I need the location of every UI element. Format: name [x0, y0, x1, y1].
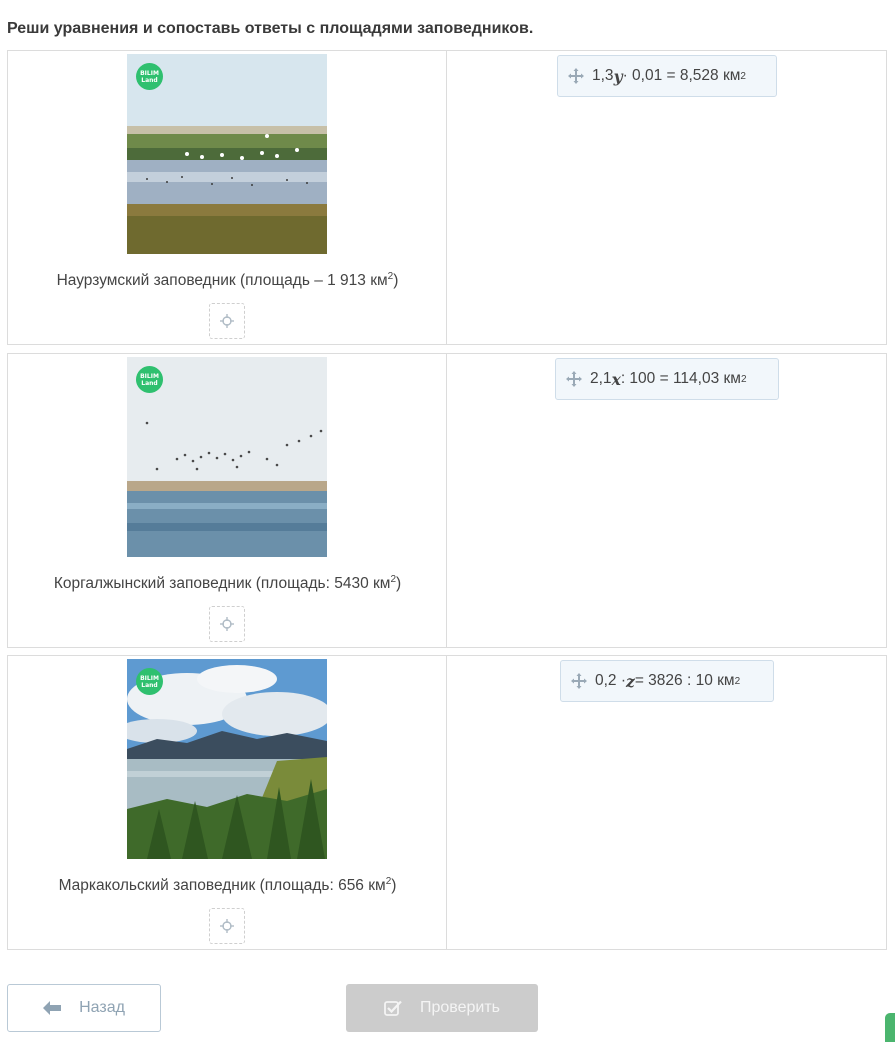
answer-drop-target-1[interactable] — [209, 303, 245, 339]
equation-sup: 2 — [734, 675, 741, 687]
equation-var: z — [626, 671, 635, 691]
side-feedback-tab[interactable] — [885, 1013, 895, 1042]
caption-end: ) — [393, 272, 399, 289]
brand-badge-line1: BILIM — [140, 70, 159, 77]
equation-var: y — [613, 66, 623, 86]
crosshair-icon — [220, 314, 234, 328]
check-button-label: Проверить — [419, 999, 500, 1016]
match-row-2: BILIM Land Коргалжынский заповедник (пло… — [7, 353, 887, 648]
reserve-caption: Наурзумский заповедник (площадь – 1 913 … — [8, 271, 447, 290]
draggable-equation-chip-2[interactable]: 2,1 x : 100 = 114,03 км 2 — [555, 358, 779, 400]
caption-text: Маркакольский заповедник (площадь: 656 к… — [58, 877, 386, 894]
answer-drop-target-2[interactable] — [209, 606, 245, 642]
equation-sup: 2 — [740, 70, 746, 82]
caption-end: ) — [396, 575, 402, 592]
reserve-cell-1: BILIM Land Наурзумский заповедник (площа… — [8, 51, 447, 344]
reserve-caption: Коргалжынский заповедник (площадь: 5430 … — [8, 574, 447, 593]
brand-badge-line2: Land — [141, 682, 158, 689]
move-arrows-icon — [571, 673, 587, 689]
equation-post: · 0,01 = 8,528 км — [622, 67, 741, 84]
caption-text: Наурзумский заповедник (площадь – 1 913 … — [56, 272, 388, 289]
equation-var: x — [611, 369, 621, 389]
crosshair-icon — [220, 919, 234, 933]
task-instruction: Реши уравнения и сопоставь ответы с площ… — [7, 20, 534, 37]
reserve-caption: Маркакольский заповедник (площадь: 656 к… — [8, 876, 447, 895]
brand-badge-line1: BILIM — [140, 373, 159, 380]
move-arrows-icon — [566, 371, 582, 387]
brand-badge-logo: BILIM Land — [136, 63, 163, 90]
reserve-photo-korgalzhyn: BILIM Land — [127, 357, 327, 557]
equation-pre: 1,3 — [592, 67, 614, 84]
back-button[interactable]: Назад — [7, 984, 161, 1032]
equation-pre: 2,1 — [590, 370, 612, 387]
equation-cell-3: 0,2 · z = 3826 : 10 км 2 — [447, 656, 886, 949]
match-row-1: BILIM Land Наурзумский заповедник (площа… — [7, 50, 887, 345]
equation-pre: 0,2 · — [595, 672, 627, 689]
brand-badge-logo: BILIM Land — [136, 366, 163, 393]
equation-sup: 2 — [740, 373, 747, 385]
checkbox-check-icon — [384, 1000, 402, 1016]
equation-cell-2: 2,1 x : 100 = 114,03 км 2 — [447, 354, 886, 647]
brand-badge-logo: BILIM Land — [136, 668, 163, 695]
reserve-cell-2: BILIM Land Коргалжынский заповедник (пло… — [8, 354, 447, 647]
brand-badge-line1: BILIM — [140, 675, 159, 682]
match-row-3: BILIM Land Маркакольский заповедник (пло… — [7, 655, 887, 950]
brand-badge-line2: Land — [141, 380, 158, 387]
equation-post: : 100 = 114,03 км — [620, 370, 741, 387]
reserve-cell-3: BILIM Land Маркакольский заповедник (пло… — [8, 656, 447, 949]
move-arrows-icon — [568, 68, 584, 84]
caption-text: Коргалжынский заповедник (площадь: 5430 … — [53, 575, 391, 592]
reserve-photo-naurzum: BILIM Land — [127, 54, 327, 254]
draggable-equation-chip-3[interactable]: 0,2 · z = 3826 : 10 км 2 — [560, 660, 774, 702]
draggable-equation-chip-1[interactable]: 1,3 y · 0,01 = 8,528 км 2 — [557, 55, 777, 97]
reserve-photo-markakol: BILIM Land — [127, 659, 327, 859]
check-button[interactable]: Проверить — [346, 984, 538, 1032]
crosshair-icon — [220, 617, 234, 631]
answer-drop-target-3[interactable] — [209, 908, 245, 944]
caption-end: ) — [391, 877, 397, 894]
equation-cell-1: 1,3 y · 0,01 = 8,528 км 2 — [447, 51, 886, 344]
back-button-label: Назад — [79, 999, 125, 1016]
arrow-left-icon — [43, 1001, 62, 1015]
equation-post: = 3826 : 10 км — [634, 672, 735, 689]
brand-badge-line2: Land — [141, 77, 158, 84]
